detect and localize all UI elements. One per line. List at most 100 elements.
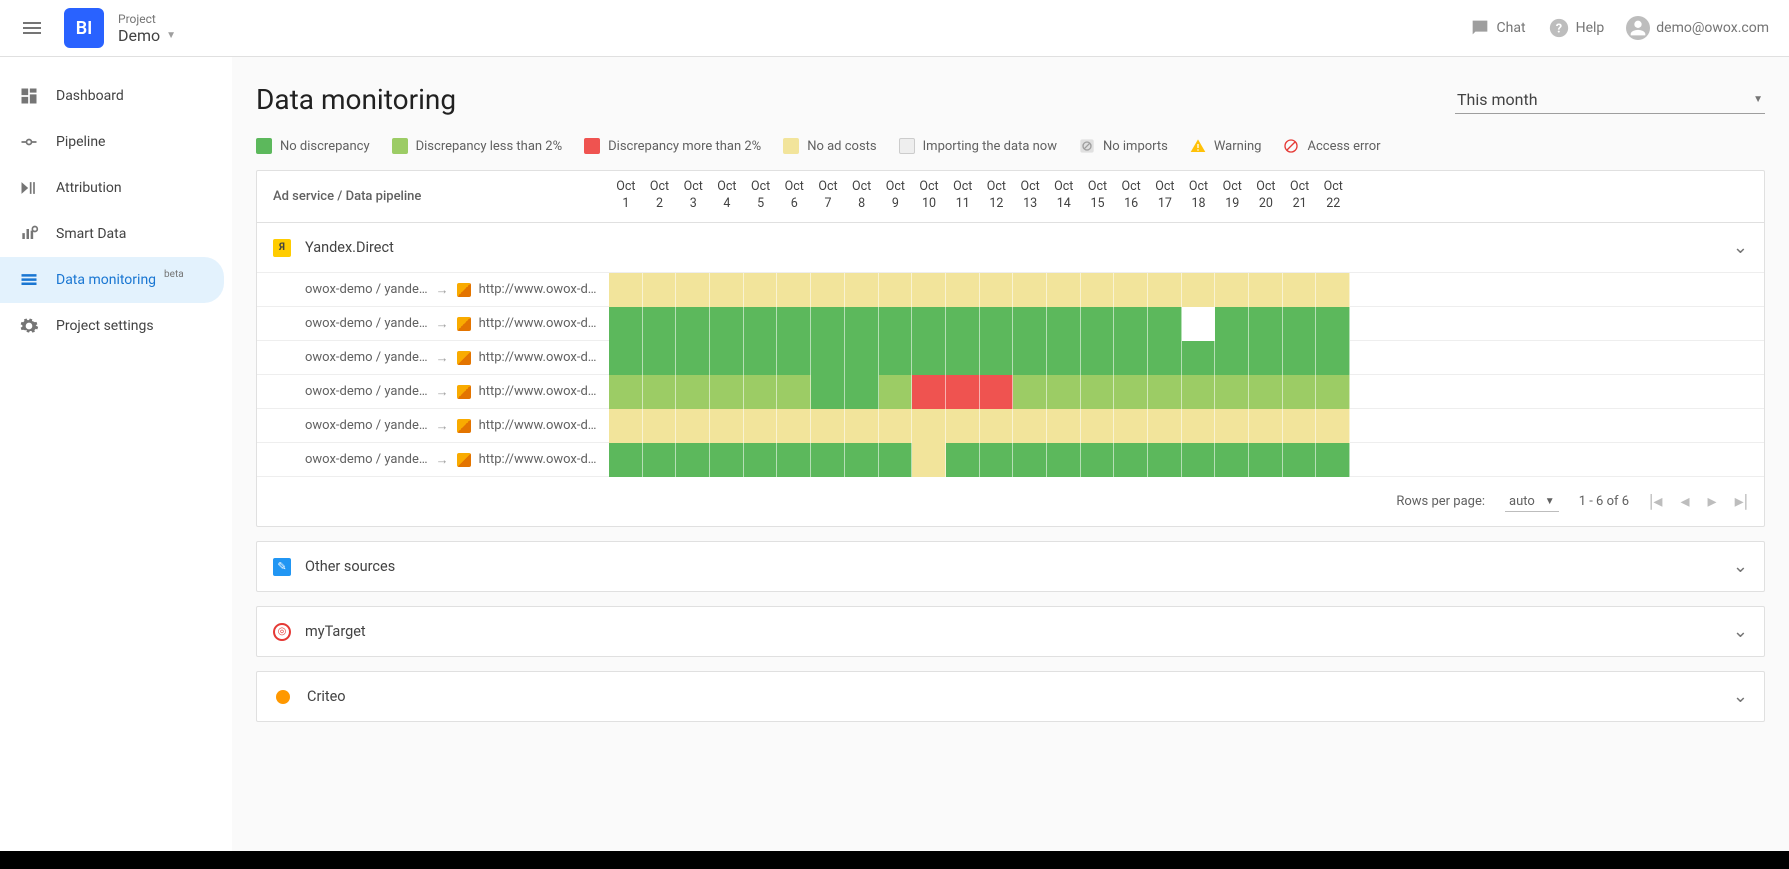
status-cell[interactable]	[1283, 341, 1317, 375]
status-cell[interactable]	[1148, 409, 1182, 443]
status-cell[interactable]	[946, 273, 980, 307]
status-cell[interactable]	[1249, 443, 1283, 477]
status-cell[interactable]	[1081, 341, 1115, 375]
status-cell[interactable]	[1283, 273, 1317, 307]
status-cell[interactable]	[1215, 341, 1249, 375]
status-cell[interactable]	[912, 443, 946, 477]
status-cell[interactable]	[912, 341, 946, 375]
first-page-button[interactable]: |◂	[1649, 491, 1662, 512]
status-cell[interactable]	[980, 307, 1014, 341]
status-cell[interactable]	[710, 341, 744, 375]
status-cell[interactable]	[1182, 409, 1216, 443]
status-cell[interactable]	[1283, 443, 1317, 477]
status-cell[interactable]	[1114, 375, 1148, 409]
status-cell[interactable]	[1013, 375, 1047, 409]
status-cell[interactable]	[710, 273, 744, 307]
status-cell[interactable]	[845, 443, 879, 477]
status-cell[interactable]	[1047, 375, 1081, 409]
group-row-other-sources[interactable]: ✎Other sources⌄	[257, 542, 1764, 591]
status-cell[interactable]	[643, 375, 677, 409]
status-cell[interactable]	[777, 273, 811, 307]
status-cell[interactable]	[1081, 273, 1115, 307]
status-cell[interactable]	[777, 409, 811, 443]
status-cell[interactable]	[811, 443, 845, 477]
status-cell[interactable]	[1249, 375, 1283, 409]
status-cell[interactable]	[643, 307, 677, 341]
status-cell[interactable]	[1182, 273, 1216, 307]
status-cell[interactable]	[1182, 341, 1216, 375]
status-cell[interactable]	[1283, 375, 1317, 409]
status-cell[interactable]	[1114, 307, 1148, 341]
status-cell[interactable]	[1215, 409, 1249, 443]
status-cell[interactable]	[609, 273, 643, 307]
status-cell[interactable]	[1182, 443, 1216, 477]
status-cell[interactable]	[1249, 341, 1283, 375]
status-cell[interactable]	[643, 341, 677, 375]
status-cell[interactable]	[980, 409, 1014, 443]
status-cell[interactable]	[1047, 307, 1081, 341]
table-row[interactable]: owox-demo / yande… → http://www.owox-d…	[257, 375, 1764, 409]
status-cell[interactable]	[710, 375, 744, 409]
status-cell[interactable]	[879, 443, 913, 477]
status-cell[interactable]	[1013, 307, 1047, 341]
status-cell[interactable]	[811, 307, 845, 341]
status-cell[interactable]	[879, 409, 913, 443]
status-cell[interactable]	[1081, 409, 1115, 443]
status-cell[interactable]	[676, 273, 710, 307]
status-cell[interactable]	[980, 273, 1014, 307]
status-cell[interactable]	[879, 307, 913, 341]
sidebar-item-settings[interactable]: Project settings	[0, 303, 224, 349]
project-selector[interactable]: Project Demo▼	[118, 12, 176, 45]
status-cell[interactable]	[609, 443, 643, 477]
status-cell[interactable]	[912, 409, 946, 443]
rows-per-page-select[interactable]: auto ▼	[1505, 492, 1559, 512]
status-cell[interactable]	[1148, 443, 1182, 477]
status-cell[interactable]	[1047, 443, 1081, 477]
status-cell[interactable]	[1283, 409, 1317, 443]
sidebar-item-dashboard[interactable]: Dashboard	[0, 73, 224, 119]
status-cell[interactable]	[980, 375, 1014, 409]
status-cell[interactable]	[1215, 443, 1249, 477]
status-cell[interactable]	[744, 273, 778, 307]
status-cell[interactable]	[946, 409, 980, 443]
status-cell[interactable]	[1114, 341, 1148, 375]
status-cell[interactable]	[1081, 307, 1115, 341]
status-cell[interactable]	[1182, 307, 1216, 341]
table-row[interactable]: owox-demo / yande… → http://www.owox-d…	[257, 409, 1764, 443]
status-cell[interactable]	[1081, 375, 1115, 409]
status-cell[interactable]	[811, 341, 845, 375]
status-cell[interactable]	[912, 375, 946, 409]
status-cell[interactable]	[1316, 375, 1350, 409]
status-cell[interactable]	[1047, 273, 1081, 307]
status-cell[interactable]	[777, 307, 811, 341]
status-cell[interactable]	[946, 341, 980, 375]
status-cell[interactable]	[1283, 307, 1317, 341]
group-row-yandex[interactable]: Я Yandex.Direct ⌄	[257, 223, 1764, 273]
status-cell[interactable]	[609, 409, 643, 443]
status-cell[interactable]	[980, 443, 1014, 477]
status-cell[interactable]	[676, 409, 710, 443]
app-logo[interactable]: BI	[64, 8, 104, 48]
status-cell[interactable]	[676, 307, 710, 341]
status-cell[interactable]	[744, 443, 778, 477]
status-cell[interactable]	[710, 307, 744, 341]
status-cell[interactable]	[845, 341, 879, 375]
group-row-criteo[interactable]: Criteo⌄	[257, 672, 1764, 721]
status-cell[interactable]	[676, 375, 710, 409]
status-cell[interactable]	[1013, 409, 1047, 443]
status-cell[interactable]	[1114, 409, 1148, 443]
status-cell[interactable]	[845, 375, 879, 409]
status-cell[interactable]	[1316, 443, 1350, 477]
table-row[interactable]: owox-demo / yande… → http://www.owox-d…	[257, 307, 1764, 341]
status-cell[interactable]	[912, 273, 946, 307]
status-cell[interactable]	[744, 307, 778, 341]
status-cell[interactable]	[980, 341, 1014, 375]
status-cell[interactable]	[1114, 273, 1148, 307]
status-cell[interactable]	[609, 307, 643, 341]
status-cell[interactable]	[845, 307, 879, 341]
status-cell[interactable]	[1081, 443, 1115, 477]
table-row[interactable]: owox-demo / yande… → http://www.owox-d…	[257, 273, 1764, 307]
status-cell[interactable]	[1013, 273, 1047, 307]
status-cell[interactable]	[1182, 375, 1216, 409]
status-cell[interactable]	[1316, 409, 1350, 443]
